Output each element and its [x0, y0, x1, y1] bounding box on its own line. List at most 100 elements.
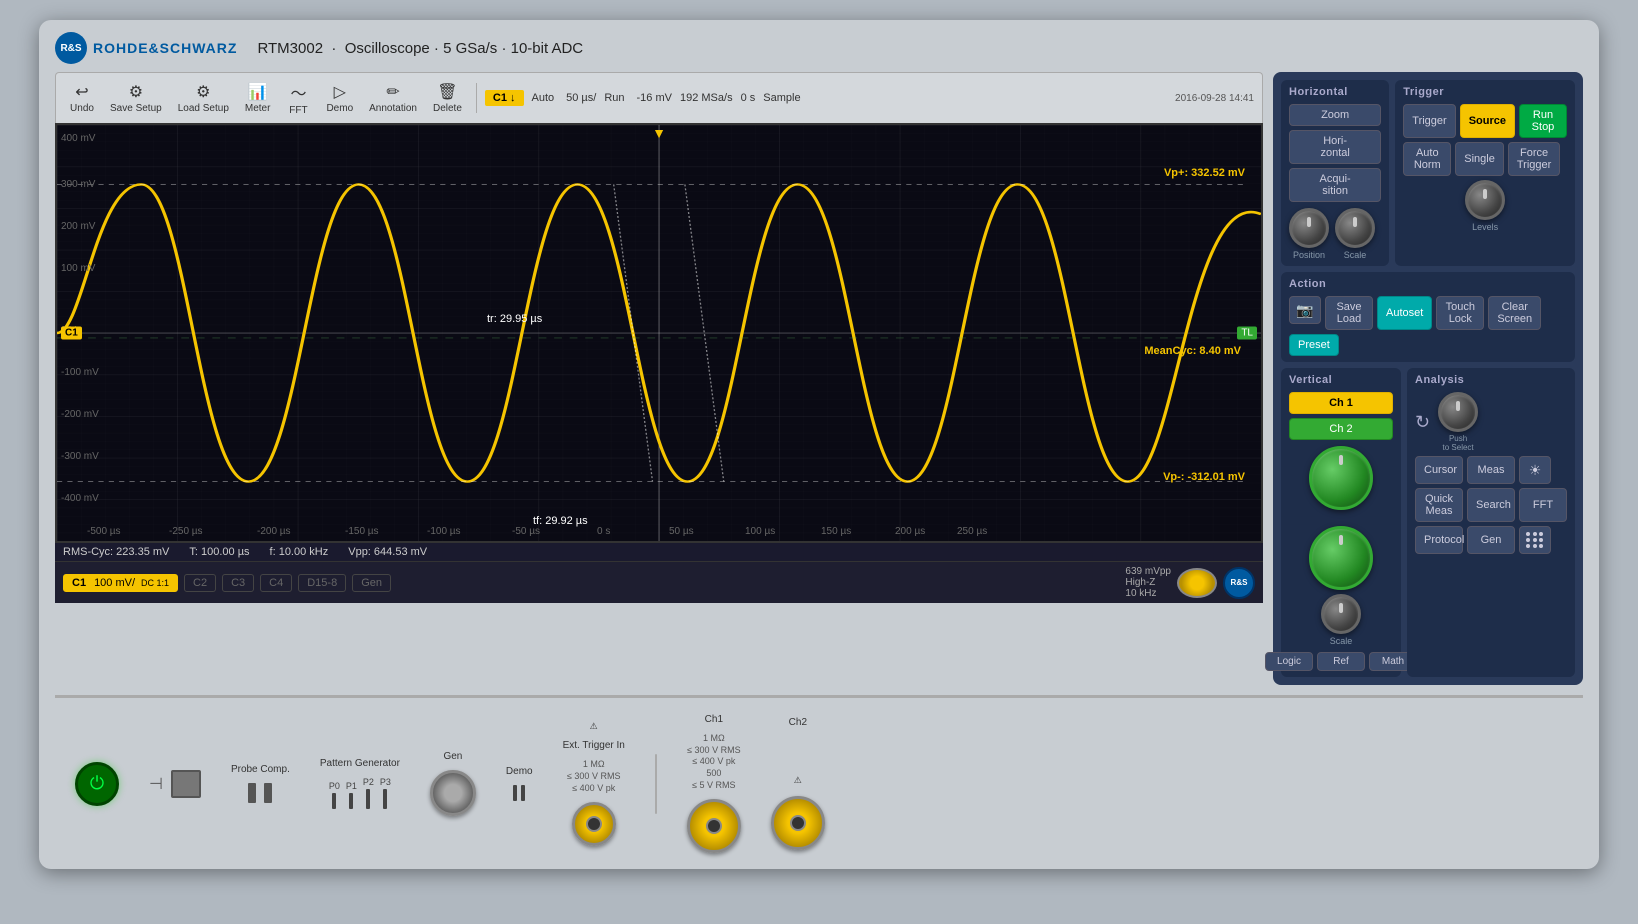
undo-button[interactable]: ↩ Undo: [64, 79, 100, 117]
usb-port[interactable]: [171, 770, 201, 798]
timebase-indicator: 50 µs/: [566, 92, 596, 104]
clear-screen-button[interactable]: ClearScreen: [1488, 296, 1541, 330]
d15-8-selector[interactable]: D15-8: [298, 574, 346, 592]
gen-connector: [1177, 568, 1217, 598]
trigger-button[interactable]: Trigger: [1403, 104, 1455, 138]
p3-post[interactable]: [383, 789, 387, 809]
analysis-section: Analysis ↻ Pushto Select Cursor Meas: [1407, 368, 1575, 677]
power-button[interactable]: ⏻: [75, 762, 119, 806]
force-trigger-button[interactable]: ForceTrigger: [1508, 142, 1560, 176]
run-stop-button[interactable]: RunStop: [1519, 104, 1567, 138]
ext-trigger-spec: 1 MΩ≤ 300 V RMS≤ 400 V pk: [567, 759, 620, 794]
auto-norm-button[interactable]: AutoNorm: [1403, 142, 1451, 176]
preset-button[interactable]: Preset: [1289, 334, 1339, 356]
load-setup-button[interactable]: ⚙ Load Setup: [172, 79, 235, 117]
horizontal-section: Horizontal Zoom Hori-zontal Acqui-sition…: [1281, 80, 1389, 266]
offset-indicator: -16 mV: [637, 92, 672, 104]
ch1-button[interactable]: Ch 1: [1289, 392, 1393, 414]
ch2-selector[interactable]: C2: [184, 574, 216, 592]
search-button[interactable]: Search: [1467, 488, 1515, 522]
ch1-selector[interactable]: C1 100 mV/ DC 1:1: [63, 574, 178, 592]
brightness-button[interactable]: ☀: [1519, 456, 1551, 484]
osc-logo: R&S ROHDE&SCHWARZ: [55, 32, 237, 64]
refresh-icon[interactable]: ↻: [1415, 412, 1430, 433]
freq-status: f: 10.00 kHz: [270, 546, 329, 558]
analysis-knob[interactable]: [1438, 392, 1478, 432]
position-knob-container: Position: [1289, 208, 1329, 260]
autoset-button[interactable]: Autoset: [1377, 296, 1432, 330]
p3-group: P3: [380, 777, 391, 809]
meas-button[interactable]: Meas: [1467, 456, 1515, 484]
probe-post-2[interactable]: [264, 783, 272, 803]
datetime-display: 2016-09-28 14:41: [1175, 93, 1254, 104]
ch1-coax-connector[interactable]: [687, 799, 741, 853]
demo-button[interactable]: ▷ Demo: [320, 79, 359, 117]
zoom-button[interactable]: Zoom: [1289, 104, 1381, 126]
undo-icon: ↩: [75, 82, 88, 102]
ch2-coax-connector[interactable]: [771, 796, 825, 850]
ch4-selector[interactable]: C4: [260, 574, 292, 592]
x-label-neg50: -50 µs: [512, 526, 540, 537]
levels-knob[interactable]: [1465, 180, 1505, 220]
single-button[interactable]: Single: [1455, 142, 1504, 176]
acquisition-button[interactable]: Acqui-sition: [1289, 168, 1381, 202]
dots-button[interactable]: [1519, 526, 1551, 554]
meter-button[interactable]: 📊 Meter: [239, 79, 277, 117]
ch1-vertical-knob[interactable]: [1309, 446, 1373, 510]
run-state-indicator: Run: [604, 92, 624, 104]
source-button[interactable]: Source: [1460, 104, 1515, 138]
probe-comp-posts: [248, 783, 272, 803]
ch3-selector[interactable]: C3: [222, 574, 254, 592]
p2-post[interactable]: [366, 789, 370, 809]
fft-toolbar-button[interactable]: 〜 FFT: [280, 77, 316, 119]
ref-button[interactable]: Ref: [1317, 652, 1365, 671]
quick-meas-button[interactable]: QuickMeas: [1415, 488, 1463, 522]
cursor-button[interactable]: Cursor: [1415, 456, 1463, 484]
fft-button[interactable]: FFT: [1519, 488, 1567, 522]
osc-main: ↩ Undo ⚙ Save Setup ⚙ Load Setup 📊 Meter…: [55, 72, 1583, 695]
usb-area: ⊣: [149, 770, 201, 798]
p0-post[interactable]: [332, 793, 336, 809]
vertical-analysis-row: Vertical Ch 1 Ch 2 Scale: [1281, 368, 1575, 677]
gen-analysis-button[interactable]: Gen: [1467, 526, 1515, 554]
x-label-0: 0 s: [597, 526, 610, 537]
vertical-scale-knob[interactable]: [1321, 594, 1361, 634]
save-setup-button[interactable]: ⚙ Save Setup: [104, 79, 168, 117]
protocol-button[interactable]: Protocol: [1415, 526, 1463, 554]
gen-connector-group: Gen: [430, 751, 476, 816]
probe-comp-group: Probe Comp.: [231, 764, 290, 803]
brand-name: ROHDE&SCHWARZ: [93, 40, 237, 56]
scale-knob-horizontal[interactable]: [1335, 208, 1375, 248]
acq-mode-indicator: Sample: [763, 92, 800, 104]
p1-post[interactable]: [349, 793, 353, 809]
gen-selector[interactable]: Gen: [352, 574, 391, 592]
pattern-gen-group: Pattern Generator P0 P1 P2 P3: [320, 758, 400, 809]
demo-post-2[interactable]: [521, 785, 525, 801]
period-status: T: 100.00 µs: [189, 546, 249, 558]
oscilloscope-body: R&S ROHDE&SCHWARZ RTM3002 · Oscilloscope…: [39, 20, 1599, 869]
trigger-mode-indicator: Auto: [532, 92, 555, 104]
gen-coax-connector[interactable]: [430, 770, 476, 816]
ci-channel-badge: C1: [61, 327, 82, 340]
demo-post-1[interactable]: [513, 785, 517, 801]
annotation-button[interactable]: ✏ Annotation: [363, 79, 423, 117]
touch-lock-button[interactable]: TouchLock: [1436, 296, 1484, 330]
delete-icon: 🗑: [437, 82, 457, 102]
horizontal-button[interactable]: Hori-zontal: [1289, 130, 1381, 164]
panel-divider-1: [655, 754, 657, 814]
camera-button[interactable]: 📷: [1289, 296, 1321, 324]
delete-button[interactable]: 🗑 Delete: [427, 79, 468, 117]
oscilloscope-screen: 400 mV 300 mV 200 mV 100 mV 0 V -100 mV …: [55, 123, 1263, 543]
y-label-400mv: 400 mV: [61, 133, 95, 144]
ext-trigger-connector[interactable]: [572, 802, 616, 846]
position-knob[interactable]: [1289, 208, 1329, 248]
ch2-spec: [797, 736, 800, 771]
logic-button[interactable]: Logic: [1265, 652, 1313, 671]
probe-post-1[interactable]: [248, 783, 256, 803]
horizontal-trigger-row: Horizontal Zoom Hori-zontal Acqui-sition…: [1281, 80, 1575, 266]
save-load-button[interactable]: SaveLoad: [1325, 296, 1373, 330]
meter-icon: 📊: [248, 82, 268, 102]
ch2-vertical-knob[interactable]: [1309, 526, 1373, 590]
screen-section: ↩ Undo ⚙ Save Setup ⚙ Load Setup 📊 Meter…: [55, 72, 1263, 685]
ch2-button[interactable]: Ch 2: [1289, 418, 1393, 440]
